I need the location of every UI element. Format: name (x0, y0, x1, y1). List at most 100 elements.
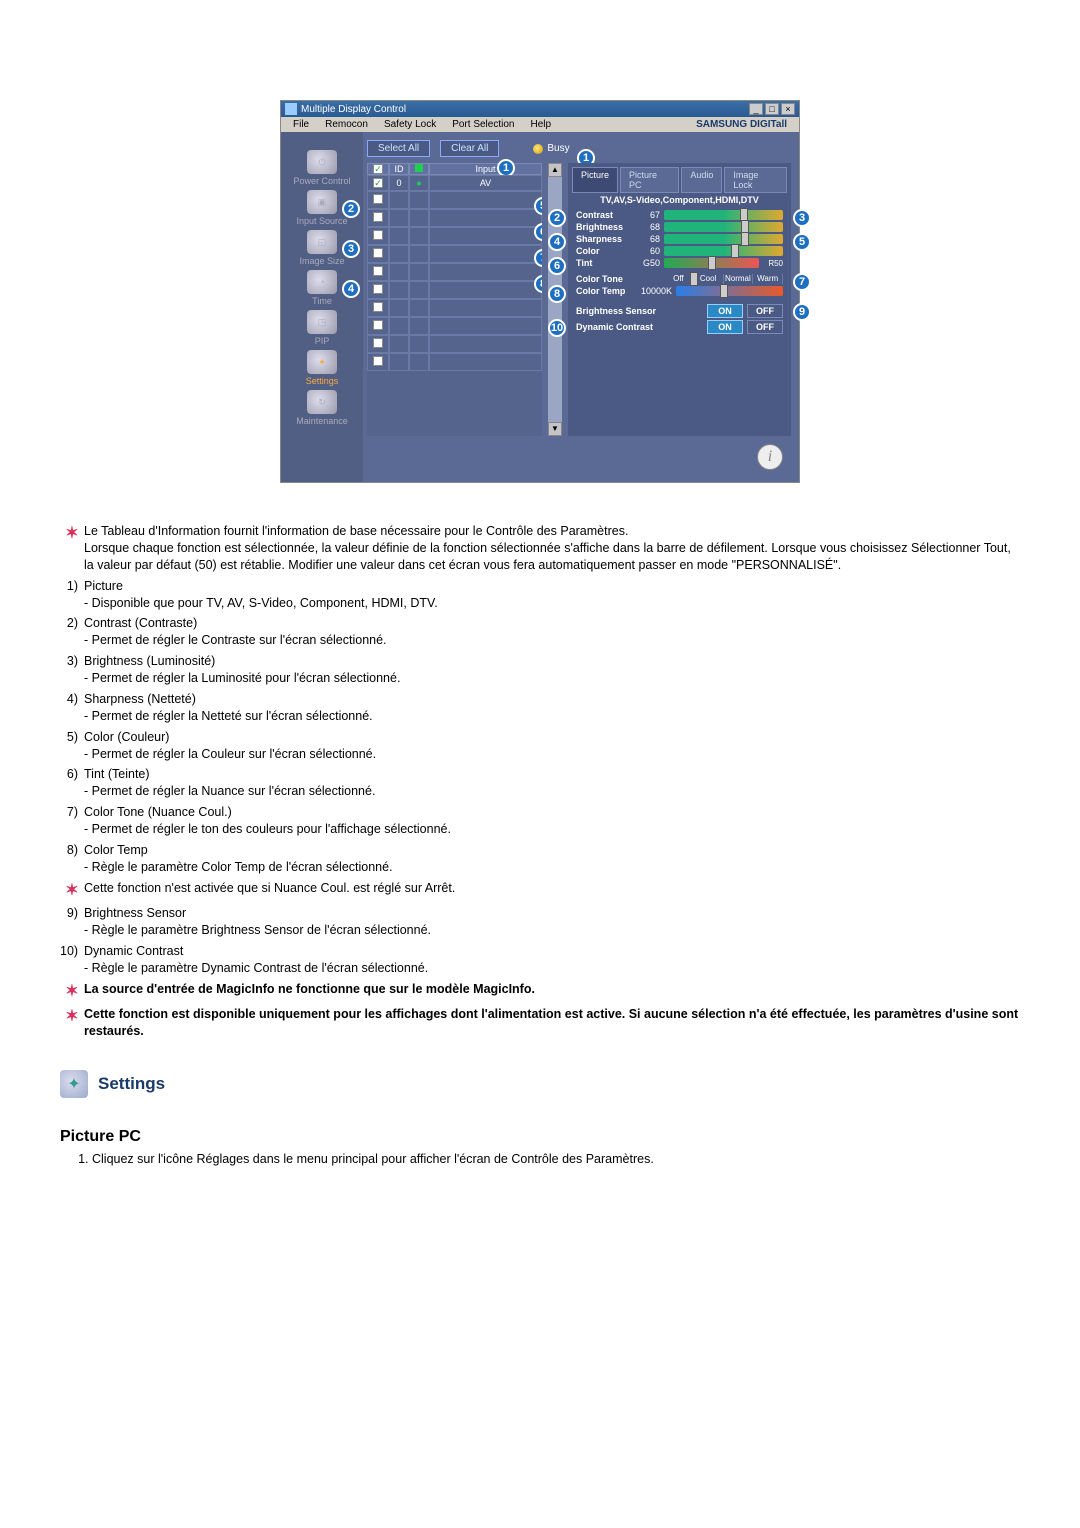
table-row[interactable] (367, 353, 542, 371)
tab-audio[interactable]: Audio (681, 167, 722, 193)
tint-slider[interactable] (664, 258, 759, 268)
item-title: Dynamic Contrast (84, 943, 1020, 960)
contrast-slider[interactable] (664, 210, 783, 220)
item-number: 1) (60, 578, 84, 595)
brand-label: SAMSUNG DIGITall (688, 119, 795, 130)
item-number: 10) (60, 943, 84, 960)
scroll-up-button[interactable]: ▲ (548, 163, 562, 177)
row-status (409, 317, 429, 335)
window-title: Multiple Display Control (301, 104, 406, 115)
description-list: ✶ Le Tableau d'Information fournit l'inf… (60, 523, 1020, 1040)
sidebar-item-power-control[interactable]: ⏻ Power Control (290, 150, 354, 186)
tab-picture[interactable]: Picture (572, 167, 618, 193)
menu-remocon[interactable]: Remocon (317, 119, 376, 130)
sidebar-item-input-source[interactable]: ▣ Input Source 2 (290, 190, 354, 226)
item-title: Color (Couleur) (84, 729, 1020, 746)
tone-warm[interactable]: Warm (753, 274, 783, 284)
sidebar-item-time[interactable]: ◔ Time 4 (290, 270, 354, 306)
parameter-panel: Picture Picture PC Audio Image Lock TV,A… (568, 163, 791, 436)
star-icon: ✶ (60, 523, 84, 545)
table-row[interactable]: 0●AV (367, 175, 542, 191)
row-id (389, 245, 409, 263)
sidebar-item-pip[interactable]: ◳ PIP (290, 310, 354, 346)
maximize-button[interactable]: □ (765, 103, 779, 115)
item-subtext: - Permet de régler la Luminosité pour l'… (84, 670, 1020, 687)
sidebar-item-label: Input Source (290, 216, 354, 226)
table-row[interactable] (367, 263, 542, 281)
menu-safety-lock[interactable]: Safety Lock (376, 119, 444, 130)
tone-normal[interactable]: Normal (724, 274, 754, 284)
table-row[interactable] (367, 245, 542, 263)
select-all-button[interactable]: Select All (367, 140, 430, 157)
table-row[interactable] (367, 335, 542, 353)
table-row[interactable] (367, 209, 542, 227)
row-checkbox[interactable] (373, 284, 383, 294)
menu-file[interactable]: File (285, 119, 317, 130)
scroll-down-button[interactable]: ▼ (548, 422, 562, 436)
row-checkbox[interactable] (373, 212, 383, 222)
sidebar-item-label: Settings (290, 376, 354, 386)
row-checkbox[interactable] (373, 178, 383, 188)
slider-thumb[interactable] (741, 232, 749, 246)
sidebar-item-settings[interactable]: ✦ Settings (290, 350, 354, 386)
star-icon: ✶ (60, 981, 84, 1003)
color-temp-slider[interactable] (676, 286, 783, 296)
color-slider[interactable] (664, 246, 783, 256)
image-size-icon: ◱ (307, 230, 337, 254)
row-checkbox[interactable] (373, 338, 383, 348)
row-input (429, 353, 542, 371)
sidebar-item-label: Time (290, 296, 354, 306)
slider-thumb[interactable] (731, 244, 739, 258)
row-checkbox[interactable] (373, 230, 383, 240)
menubar: File Remocon Safety Lock Port Selection … (281, 117, 799, 132)
slider-thumb[interactable] (708, 256, 716, 270)
row-checkbox[interactable] (373, 266, 383, 276)
bsensor-off-button[interactable]: OFF (747, 304, 783, 318)
menu-help[interactable]: Help (522, 119, 559, 130)
brightness-slider[interactable] (664, 222, 783, 232)
minimize-button[interactable]: _ (749, 103, 763, 115)
row-id (389, 353, 409, 371)
row-input (429, 191, 542, 209)
close-button[interactable]: × (781, 103, 795, 115)
table-row[interactable] (367, 299, 542, 317)
clear-all-button[interactable]: Clear All (440, 140, 499, 157)
row-checkbox[interactable] (373, 302, 383, 312)
table-row[interactable] (367, 317, 542, 335)
table-row[interactable] (367, 281, 542, 299)
settings-section-icon: ✦ (60, 1070, 88, 1098)
slider-thumb[interactable] (720, 284, 728, 298)
tone-cool[interactable]: Cool (694, 274, 724, 284)
item-title: Brightness Sensor (84, 905, 1020, 922)
header-checkbox[interactable] (373, 164, 383, 174)
tab-image-lock[interactable]: Image Lock (724, 167, 787, 193)
row-checkbox[interactable] (373, 320, 383, 330)
row-checkbox[interactable] (373, 248, 383, 258)
row-checkbox[interactable] (373, 356, 383, 366)
table-row[interactable] (367, 191, 542, 209)
color-tone-selector[interactable]: Off Cool Normal Warm (664, 274, 783, 284)
sidebar-item-image-size[interactable]: ◱ Image Size 3 (290, 230, 354, 266)
item-number: 9) (60, 905, 84, 922)
tab-picture-pc[interactable]: Picture PC (620, 167, 679, 193)
sharpness-slider[interactable] (664, 234, 783, 244)
dcontrast-on-button[interactable]: ON (707, 320, 743, 334)
row-checkbox[interactable] (373, 194, 383, 204)
row-status (409, 281, 429, 299)
bsensor-on-button[interactable]: ON (707, 304, 743, 318)
sidebar-item-maintenance[interactable]: ↻ Maintenance (290, 390, 354, 426)
color-label: Color (576, 246, 636, 256)
sharpness-value: 68 (636, 234, 664, 244)
menu-port-selection[interactable]: Port Selection (444, 119, 522, 130)
intro-text: Le Tableau d'Information fournit l'infor… (84, 523, 1020, 574)
slider-thumb[interactable] (690, 272, 698, 286)
dcontrast-off-button[interactable]: OFF (747, 320, 783, 334)
item-title: Contrast (Contraste) (84, 615, 1020, 632)
titlebar: Multiple Display Control _ □ × (281, 101, 799, 117)
app-icon (285, 103, 297, 115)
info-icon[interactable]: i (757, 444, 783, 470)
table-row[interactable] (367, 227, 542, 245)
callout-badge: 4 (548, 233, 566, 251)
power-icon: ⏻ (307, 150, 337, 174)
brightness-label: Brightness (576, 222, 636, 232)
